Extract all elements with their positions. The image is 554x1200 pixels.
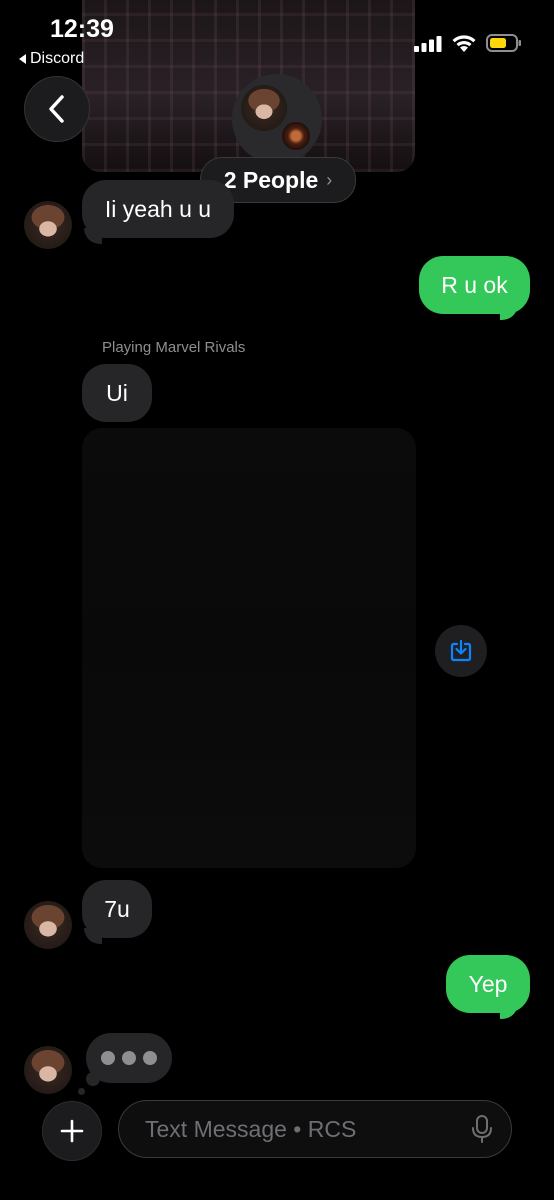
message-bubble-incoming[interactable]: Ui	[82, 364, 152, 422]
contact-avatar-secondary	[280, 120, 312, 152]
message-text: R u ok	[441, 271, 508, 298]
media-attachment[interactable]	[82, 428, 416, 868]
back-triangle-icon	[19, 54, 26, 64]
save-attachment-button[interactable]	[435, 625, 487, 677]
back-chevron-icon	[49, 95, 64, 123]
message-text: Yep	[468, 970, 508, 997]
save-download-icon	[450, 639, 472, 662]
message-text: Ii yeah u u	[104, 195, 212, 222]
sender-avatar[interactable]	[24, 1046, 72, 1094]
message-bubble-outgoing[interactable]: Yep	[446, 955, 530, 1013]
message-input[interactable]	[143, 1114, 471, 1144]
message-bubble-outgoing[interactable]: R u ok	[419, 256, 530, 314]
status-time: 12:39	[50, 15, 114, 43]
plus-icon	[60, 1119, 84, 1143]
battery-icon	[486, 34, 521, 52]
back-button[interactable]	[24, 76, 90, 142]
typing-dot	[122, 1051, 136, 1065]
message-text: 7u	[104, 895, 130, 922]
wifi-icon	[452, 35, 476, 52]
signal-icon	[414, 36, 442, 52]
message-text: Ui	[106, 379, 128, 406]
message-bubble-incoming[interactable]: 7u	[82, 880, 152, 938]
typing-tail	[78, 1088, 85, 1095]
activity-status-label: Playing Marvel Rivals	[102, 339, 246, 356]
add-attachment-button[interactable]	[42, 1101, 102, 1161]
return-app-label: Discord	[30, 50, 85, 67]
sender-avatar[interactable]	[24, 201, 72, 249]
people-count-label: 2 People	[223, 166, 319, 193]
message-composer[interactable]	[118, 1100, 512, 1158]
typing-dot	[101, 1051, 115, 1065]
sender-avatar[interactable]	[24, 901, 72, 949]
microphone-icon[interactable]	[471, 1114, 493, 1144]
typing-dot	[143, 1051, 157, 1065]
typing-indicator	[86, 1033, 172, 1083]
message-bubble-incoming[interactable]: Ii yeah u u	[82, 180, 234, 238]
contact-avatar-main	[241, 85, 287, 131]
return-to-app-link[interactable]: Discord	[19, 50, 84, 68]
chevron-right-icon: ›	[326, 169, 333, 190]
